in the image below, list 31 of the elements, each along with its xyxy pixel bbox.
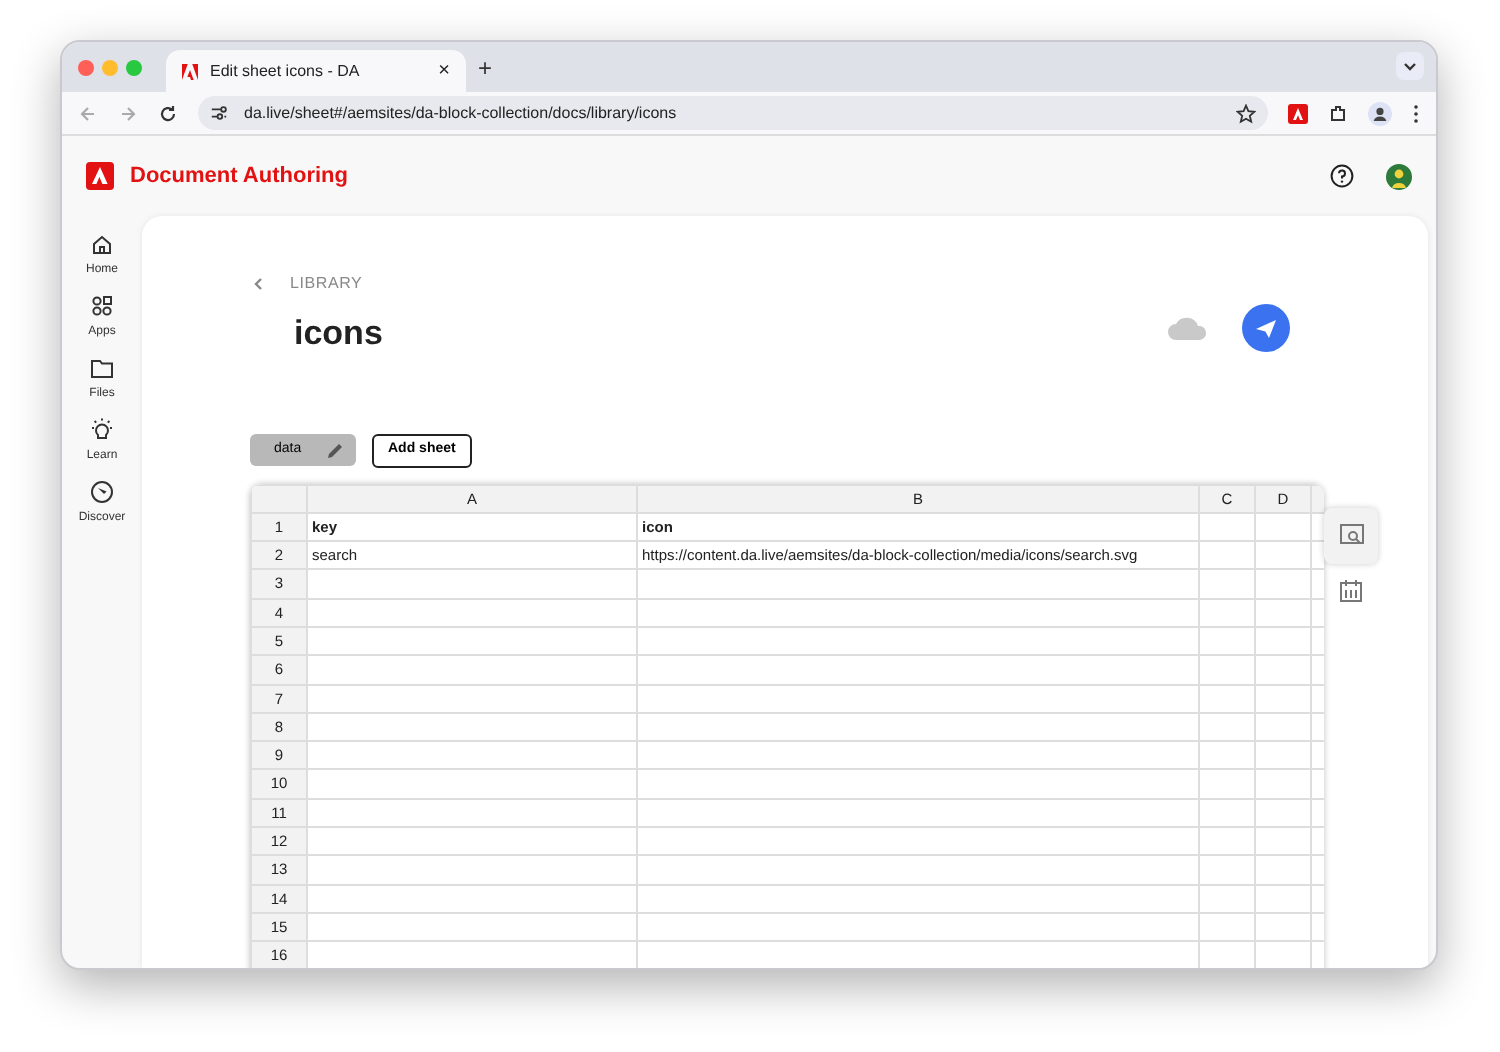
chevron-down-icon[interactable]: [1396, 52, 1424, 81]
adobe-extension-icon[interactable]: [1288, 103, 1308, 123]
sheet-title: icons: [294, 312, 383, 356]
menu-icon[interactable]: [1412, 103, 1420, 123]
extensions-icon[interactable]: [1328, 103, 1348, 123]
address-bar[interactable]: da.live/sheet#/aemsites/da-block-collection/docs/library/icons: [198, 96, 1268, 130]
back-icon[interactable]: [250, 276, 266, 292]
cloud-icon: [1166, 313, 1210, 342]
home-icon: [89, 232, 114, 256]
lightbulb-icon: [89, 418, 114, 442]
star-icon[interactable]: [1236, 103, 1256, 123]
app-title: Document Authoring: [130, 161, 348, 192]
site-settings-icon[interactable]: [210, 104, 228, 122]
calendar-icon[interactable]: [1340, 579, 1362, 601]
breadcrumb-link[interactable]: LIBRARY: [290, 272, 363, 296]
profile-icon[interactable]: [1368, 101, 1392, 125]
adobe-logo-icon: [86, 162, 114, 190]
close-tab-button[interactable]: ×: [438, 56, 450, 86]
reload-icon[interactable]: [158, 103, 178, 123]
compass-icon: [90, 480, 114, 504]
help-icon[interactable]: [1330, 164, 1354, 188]
adobe-logo-icon: [182, 63, 198, 79]
folder-icon: [89, 356, 114, 380]
pencil-icon[interactable]: [326, 441, 344, 459]
new-tab-button[interactable]: +: [478, 49, 493, 85]
send-button[interactable]: [1242, 303, 1290, 352]
search-sheet-button[interactable]: [1324, 507, 1378, 563]
apps-icon: [90, 294, 114, 318]
avatar-icon[interactable]: [1386, 163, 1412, 189]
browser-tab[interactable]: Edit sheet icons - DA ×: [166, 50, 466, 92]
search-icon: [1339, 524, 1363, 546]
